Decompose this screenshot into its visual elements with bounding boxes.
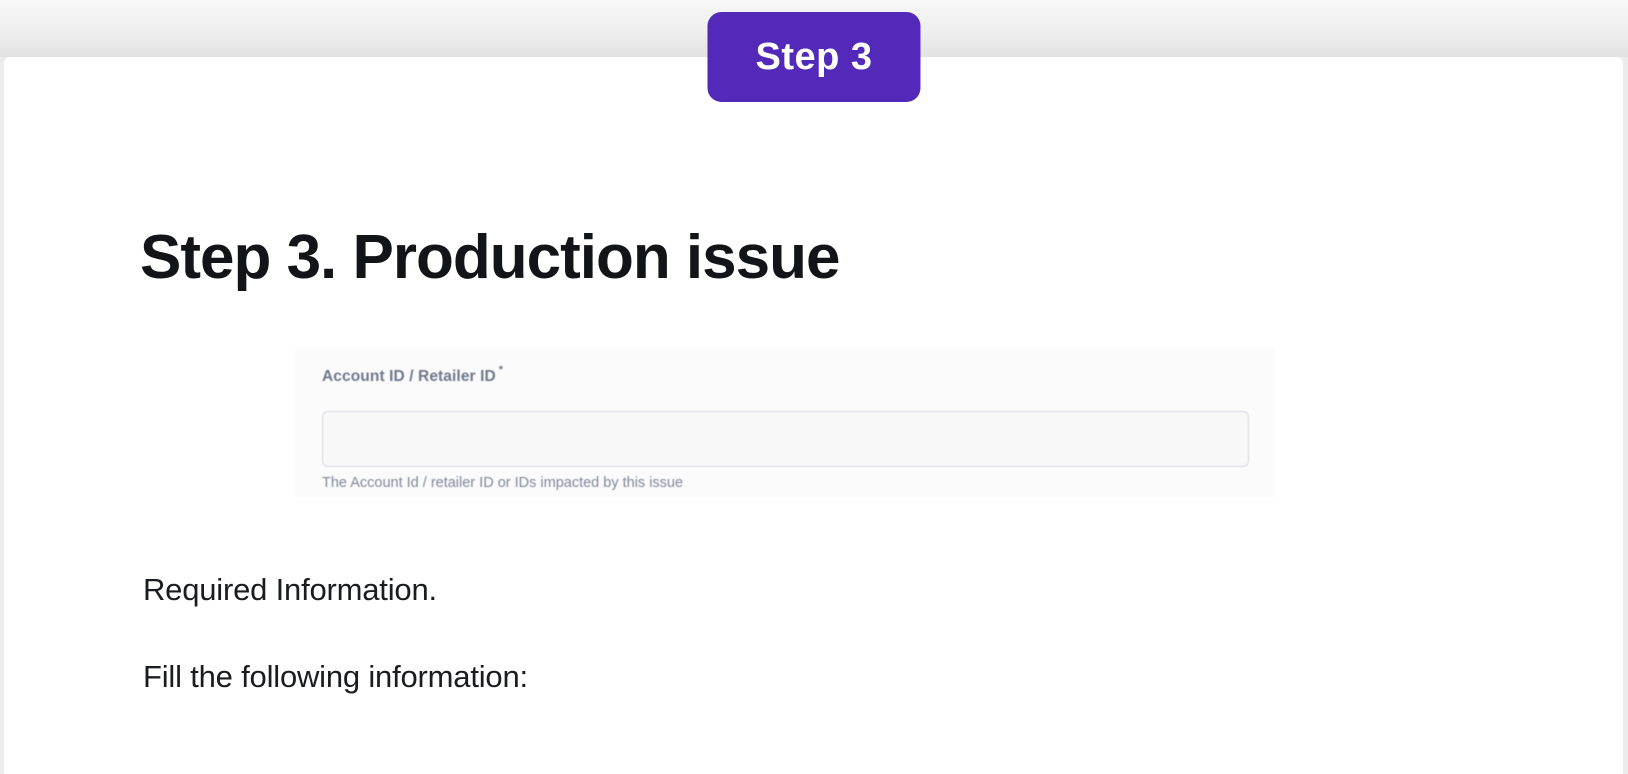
step-badge-label: Step 3: [755, 36, 872, 79]
account-id-input: [322, 411, 1249, 467]
step-badge: Step 3: [707, 12, 920, 102]
account-id-field-label: Account ID / Retailer ID*: [322, 366, 503, 386]
content-card: Step 3. Production issue Account ID / Re…: [4, 57, 1623, 774]
account-id-field-label-text: Account ID / Retailer ID: [322, 368, 496, 385]
form-screenshot-image[interactable]: Account ID / Retailer ID* The Account Id…: [295, 348, 1275, 497]
account-id-help-text: The Account Id / retailer ID or IDs impa…: [322, 475, 683, 491]
required-asterisk: *: [499, 364, 503, 376]
paragraph-fill-following-information: Fill the following information:: [143, 659, 528, 695]
paragraph-required-information: Required Information.: [143, 572, 437, 608]
page-title: Step 3. Production issue: [140, 221, 839, 295]
